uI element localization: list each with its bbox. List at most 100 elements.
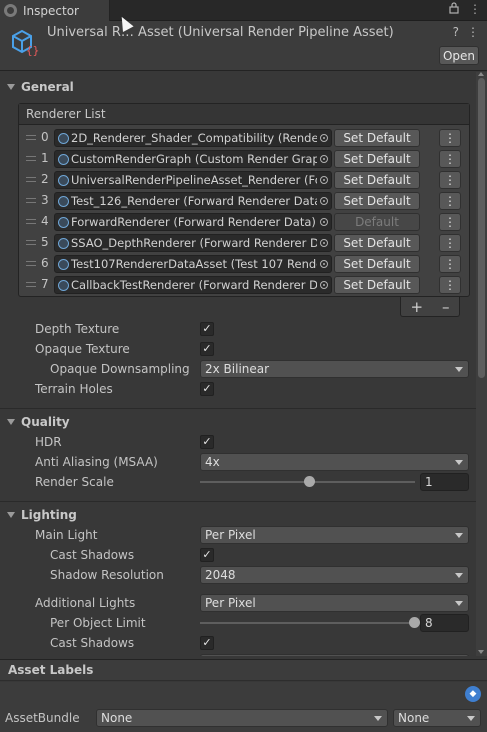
- scroll-up-icon[interactable]: [478, 72, 484, 76]
- open-button[interactable]: Open: [439, 46, 479, 65]
- renderer-object-field[interactable]: CallbackTestRenderer (Forward Renderer D…: [54, 276, 332, 294]
- drag-handle-icon[interactable]: [26, 156, 36, 161]
- object-picker-icon[interactable]: [317, 172, 331, 188]
- dropdown-value: None: [101, 711, 133, 725]
- row-menu-button[interactable]: ⋮: [439, 192, 461, 210]
- object-picker-icon[interactable]: [317, 235, 331, 251]
- renderer-list-row[interactable]: 5 SSAO_DepthRenderer (Forward Renderer Da…: [19, 232, 469, 253]
- renderer-list-row[interactable]: 2 UniversalRenderPipelineAsset_Renderer (…: [19, 169, 469, 190]
- object-picker-icon[interactable]: [317, 193, 331, 209]
- renderer-list-row[interactable]: 1 CustomRenderGraph (Custom Render Graph …: [19, 148, 469, 169]
- renderer-list-row[interactable]: 6 Test107RendererDataAsset (Test 107 Rend…: [19, 253, 469, 274]
- msaa-dropdown[interactable]: 4x: [200, 453, 469, 471]
- renderer-list-row[interactable]: 4 ForwardRenderer (Forward Renderer Data)…: [19, 211, 469, 232]
- row-menu-button[interactable]: ⋮: [439, 255, 461, 273]
- renderer-list-row[interactable]: 3 Test_126_Renderer (Forward Renderer Dat…: [19, 190, 469, 211]
- vertical-scrollbar[interactable]: [476, 72, 487, 656]
- main-cast-shadows-checkbox[interactable]: ✓: [200, 548, 214, 562]
- renderer-object-field[interactable]: SSAO_DepthRenderer (Forward Renderer Dat…: [54, 234, 332, 252]
- row-menu-button[interactable]: ⋮: [439, 234, 461, 252]
- renderer-list-row[interactable]: 0 2D_Renderer_Shader_Compatibility (Rende…: [19, 127, 469, 148]
- set-default-button[interactable]: Set Default: [334, 234, 420, 252]
- drag-handle-icon[interactable]: [26, 240, 36, 245]
- depth-texture-checkbox[interactable]: ✓: [200, 322, 214, 336]
- inspector-header: {} Universal R… Asset (Universal Render …: [0, 21, 487, 71]
- label-tag-icon[interactable]: ◆: [465, 686, 481, 702]
- drag-handle-icon[interactable]: [26, 135, 36, 140]
- per-object-limit-input[interactable]: 8: [420, 614, 469, 632]
- set-default-button[interactable]: Set Default: [334, 192, 420, 210]
- settings-menu-icon[interactable]: ⋮: [467, 25, 479, 39]
- section-lighting[interactable]: Lighting: [0, 505, 476, 525]
- row-menu-button[interactable]: ⋮: [439, 171, 461, 189]
- render-scale-slider-thumb[interactable]: [304, 476, 315, 487]
- scroll-down-icon[interactable]: [478, 650, 484, 654]
- render-scale-input[interactable]: 1: [420, 473, 469, 491]
- row-menu-button[interactable]: ⋮: [439, 129, 461, 147]
- row-index: 4: [41, 214, 49, 228]
- hdr-checkbox[interactable]: ✓: [200, 435, 214, 449]
- add-renderer-button[interactable]: +: [410, 298, 423, 316]
- dropdown-arrow-icon: [455, 460, 463, 465]
- object-picker-icon[interactable]: [317, 151, 331, 167]
- per-object-limit-slider-track[interactable]: [200, 622, 415, 624]
- renderer-object-field[interactable]: 2D_Renderer_Shader_Compatibility (Render…: [54, 129, 332, 147]
- main-light-dropdown[interactable]: Per Pixel: [200, 526, 469, 544]
- tab-menu-icon[interactable]: ⋮: [469, 2, 481, 16]
- row-menu-button[interactable]: ⋮: [439, 150, 461, 168]
- drag-handle-icon[interactable]: [26, 282, 36, 287]
- prop-additional-lights: Additional Lights Per Pixel: [0, 593, 476, 613]
- object-picker-icon[interactable]: [317, 256, 331, 272]
- shadow-resolution-dropdown[interactable]: 2048: [200, 566, 469, 584]
- set-default-button[interactable]: Set Default: [334, 129, 420, 147]
- foldout-arrow-icon: [7, 84, 15, 90]
- drag-handle-icon[interactable]: [26, 261, 36, 266]
- asset-bundle-variant-dropdown[interactable]: None: [393, 709, 481, 727]
- set-default-button[interactable]: Set Default: [334, 150, 420, 168]
- opaque-texture-checkbox[interactable]: ✓: [200, 342, 214, 356]
- dropdown-value: Per Pixel: [205, 528, 256, 542]
- lock-icon[interactable]: [449, 2, 459, 14]
- object-picker-icon[interactable]: [317, 277, 331, 293]
- asset-bundle-dropdown[interactable]: None: [96, 709, 388, 727]
- terrain-holes-checkbox[interactable]: ✓: [200, 382, 214, 396]
- renderer-name: CustomRenderGraph (Custom Render Graph D…: [71, 152, 331, 166]
- remove-renderer-button[interactable]: –: [442, 298, 450, 316]
- scroll-thumb[interactable]: [478, 78, 485, 378]
- drag-handle-icon[interactable]: [26, 177, 36, 182]
- renderer-data-icon: [58, 259, 69, 270]
- section-general[interactable]: General: [0, 77, 476, 97]
- prop-label: Main Light: [35, 528, 98, 542]
- object-picker-icon[interactable]: [317, 130, 331, 146]
- dropdown-arrow-icon: [455, 573, 463, 578]
- renderer-data-icon: [58, 238, 69, 249]
- help-icon[interactable]: ?: [453, 25, 459, 39]
- renderer-name: SSAO_DepthRenderer (Forward Renderer Dat…: [71, 236, 332, 250]
- renderer-object-field[interactable]: Test107RendererDataAsset (Test 107 Rende…: [54, 255, 332, 273]
- section-quality[interactable]: Quality: [0, 412, 476, 432]
- renderer-list-row[interactable]: 7 CallbackTestRenderer (Forward Renderer …: [19, 274, 469, 295]
- additional-shadow-resolution-dropdown[interactable]: 512: [200, 654, 469, 656]
- set-default-button[interactable]: Set Default: [334, 255, 420, 273]
- asset-labels-header[interactable]: Asset Labels: [0, 659, 487, 681]
- renderer-object-field[interactable]: ForwardRenderer (Forward Renderer Data): [54, 213, 332, 231]
- drag-handle-icon[interactable]: [26, 219, 36, 224]
- set-default-button[interactable]: Set Default: [334, 171, 420, 189]
- prop-label: Opaque Texture: [35, 342, 130, 356]
- prop-opaque-texture: Opaque Texture ✓: [0, 339, 476, 359]
- set-default-button[interactable]: Set Default: [334, 276, 420, 294]
- tab-label: Inspector: [23, 3, 79, 18]
- renderer-object-field[interactable]: Test_126_Renderer (Forward Renderer Data…: [54, 192, 332, 210]
- renderer-name: UniversalRenderPipelineAsset_Renderer (F…: [71, 173, 331, 187]
- row-menu-button[interactable]: ⋮: [439, 213, 461, 231]
- opaque-downsampling-dropdown[interactable]: 2x Bilinear: [200, 360, 469, 378]
- drag-handle-icon[interactable]: [26, 198, 36, 203]
- renderer-object-field[interactable]: UniversalRenderPipelineAsset_Renderer (F…: [54, 171, 332, 189]
- additional-lights-dropdown[interactable]: Per Pixel: [200, 594, 469, 612]
- per-object-limit-slider-thumb[interactable]: [409, 617, 420, 628]
- row-menu-button[interactable]: ⋮: [439, 276, 461, 294]
- renderer-object-field[interactable]: CustomRenderGraph (Custom Render Graph D…: [54, 150, 332, 168]
- object-picker-icon[interactable]: [317, 214, 331, 230]
- additional-cast-shadows-checkbox[interactable]: ✓: [200, 636, 214, 650]
- tab-inspector[interactable]: Inspector: [0, 0, 110, 21]
